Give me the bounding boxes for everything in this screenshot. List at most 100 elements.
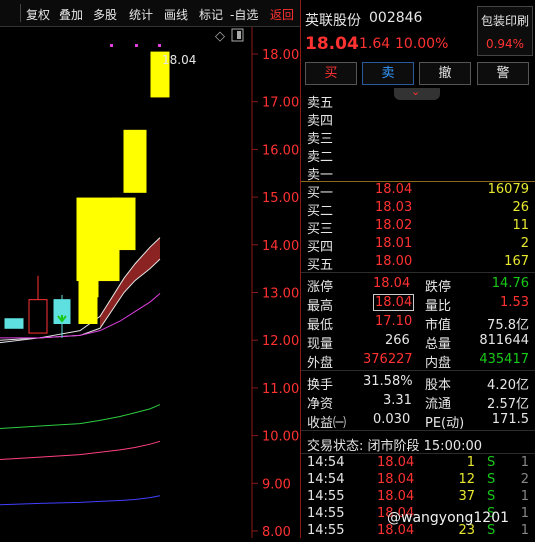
- tick-volume: 12: [458, 472, 475, 487]
- moving-average-line: [0, 495, 161, 506]
- buy-level-volume: 11: [512, 218, 529, 233]
- candle-body[interactable]: [28, 299, 48, 334]
- low-value: 17.10: [375, 314, 413, 329]
- net-assets-value: 3.31: [383, 393, 412, 408]
- sell-button[interactable]: 卖: [362, 62, 414, 85]
- buy-level-price: 18.02: [375, 218, 413, 233]
- toolbar-zixuan[interactable]: -自选: [230, 6, 258, 23]
- tick-volume: 37: [458, 489, 475, 504]
- sell4-label: 卖四: [307, 114, 334, 129]
- watermark: @wangyong1201: [387, 510, 510, 526]
- stock-code: 002846: [369, 10, 423, 26]
- toolbar-separator: [20, 4, 21, 22]
- tick-count: 1: [520, 455, 529, 470]
- tick-price: 18.04: [377, 489, 415, 504]
- tick-count: 2: [520, 472, 529, 487]
- price-axis-label: 14.00: [262, 239, 299, 254]
- buy-level-price: 18.01: [375, 236, 413, 251]
- chevron-down-icon: ⌄: [411, 85, 421, 98]
- inner-volume-value: 435417: [479, 352, 529, 367]
- tick-side: S: [487, 472, 496, 487]
- toolbar-huaxian[interactable]: 画线: [164, 6, 188, 23]
- candle-body[interactable]: [112, 197, 136, 251]
- net-assets-label: 净资: [307, 397, 334, 412]
- chart-controls: ◇: [215, 28, 244, 44]
- buy-level-volume: 2: [520, 236, 529, 251]
- pe-label: PE(动): [425, 416, 465, 431]
- buy-level-label: 买五: [307, 258, 334, 273]
- buy-level-label: 买四: [307, 240, 334, 255]
- diamond-icon[interactable]: ◇: [215, 29, 225, 44]
- turnover-value: 31.58%: [363, 374, 413, 389]
- moving-average-line: [0, 440, 161, 460]
- buy-button[interactable]: 买: [305, 62, 357, 85]
- toolbar-diejia[interactable]: 叠加: [59, 6, 83, 23]
- tick-time: 14:55: [307, 523, 345, 538]
- float-label: 流通: [425, 397, 452, 412]
- tick-price: 18.04: [377, 455, 415, 470]
- tick-time: 14:54: [307, 455, 345, 470]
- candle-body[interactable]: [4, 318, 24, 329]
- outer-volume-label: 外盘: [307, 356, 334, 371]
- buy-level-label: 买二: [307, 204, 334, 219]
- buy-level-price: 18.00: [375, 254, 413, 269]
- share-capital-label: 股本: [425, 378, 452, 393]
- buy-level-price: 18.03: [375, 200, 413, 215]
- total-volume-value: 811644: [479, 333, 529, 348]
- limit-up-label: 涨停: [307, 280, 334, 295]
- tick-price: 18.04: [377, 472, 415, 487]
- stats2-divider: [301, 370, 535, 371]
- buy-level-label: 买三: [307, 222, 334, 237]
- toolbar-duogu[interactable]: 多股: [93, 6, 117, 23]
- window-toggle-icon-inner: [237, 31, 241, 39]
- price-axis-label: 17.00: [262, 96, 299, 111]
- tick-count: 1: [520, 506, 529, 521]
- price-axis-label: 9.00: [262, 477, 291, 492]
- cancel-order-button[interactable]: 撤: [419, 62, 471, 85]
- price-axis-label: 18.00: [262, 48, 299, 63]
- kline-svg: 18.00 17.00 16.00 15.00 14.00 13.00 12.00 11.00…: [0, 27, 299, 540]
- sector-tag-name: 包装印刷: [480, 14, 529, 28]
- price-change: 1.64: [359, 36, 391, 52]
- float-value: 2.57亿: [487, 397, 529, 412]
- turnover-label: 换手: [307, 378, 334, 393]
- trading-status: 交易状态: 闭市阶段 15:00:00: [307, 439, 483, 454]
- status-divider: [301, 430, 535, 431]
- price-axis-label: 16.00: [262, 143, 299, 158]
- share-capital-value: 4.20亿: [487, 378, 529, 393]
- tick-count: 1: [520, 523, 529, 538]
- toolbar-back[interactable]: 返回: [270, 6, 294, 23]
- toolbar-biaoji[interactable]: 标记: [199, 6, 223, 23]
- buy-level-volume: 26: [512, 200, 529, 215]
- outer-volume-value: 376227: [363, 352, 413, 367]
- volume-ratio-value: 1.53: [500, 295, 529, 310]
- limit-down-value: 14.76: [491, 276, 529, 291]
- buy-level-price: 18.04: [375, 182, 413, 197]
- buy-level-volume: 16079: [487, 182, 529, 197]
- expand-tab[interactable]: ⌄: [394, 85, 440, 100]
- tick-volume: 1: [466, 455, 475, 470]
- price-axis-label: 10.00: [262, 430, 299, 445]
- candle-body[interactable]: [123, 129, 147, 193]
- last-price-label: 18.04: [162, 53, 196, 67]
- alert-button[interactable]: 警: [477, 62, 529, 85]
- quote-panel: 英联股份 002846 包装印刷 0.94% 18.04 1.64 10.00%…: [301, 0, 535, 538]
- price-axis-label: 12.00: [262, 334, 299, 349]
- toolbar-tongji[interactable]: 统计: [129, 6, 153, 23]
- price-axis-label: 11.00: [262, 382, 299, 397]
- marker-dots: [110, 44, 161, 47]
- limit-up-value: 18.04: [373, 276, 411, 291]
- toolbar-fuquan[interactable]: 复权: [26, 6, 50, 23]
- current-volume-value: 266: [385, 333, 410, 348]
- limit-down-label: 跌停: [425, 280, 452, 295]
- tick-side: S: [487, 489, 496, 504]
- sell2-label: 卖二: [307, 150, 334, 165]
- kline-chart[interactable]: 18.00 17.00 16.00 15.00 14.00 13.00 12.00 11.00…: [0, 27, 300, 540]
- low-label: 最低: [307, 318, 334, 333]
- sector-tag-pct: 0.94%: [485, 37, 525, 51]
- buy-level-volume: 167: [504, 254, 529, 269]
- moving-average-line: [0, 404, 161, 429]
- stats-divider: [301, 272, 535, 273]
- tick-count: 1: [520, 489, 529, 504]
- sector-tag[interactable]: 包装印刷 0.94%: [477, 6, 533, 56]
